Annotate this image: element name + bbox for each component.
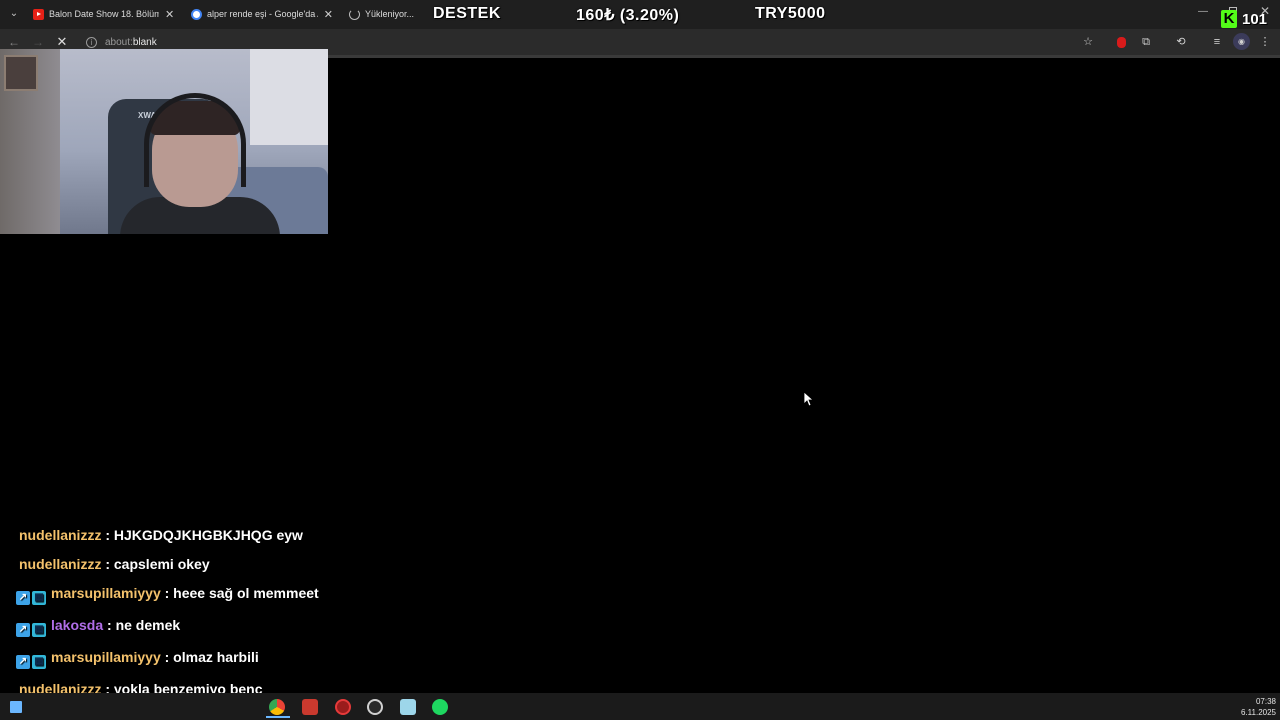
chat-text: : olmaz harbili — [160, 649, 259, 665]
webcam-feed: XWAR — [0, 49, 328, 234]
kick-logo-icon: K — [1221, 10, 1237, 28]
history-icon[interactable]: ⟲ — [1174, 35, 1188, 49]
more-menu-icon[interactable]: ⋮ — [1258, 35, 1272, 49]
chat-username[interactable]: marsupillamiyyy — [48, 585, 161, 601]
chat-text: : ne demek — [103, 617, 181, 633]
chat-message: nudellanizzz : capslemi okey — [16, 555, 336, 573]
verified-badge-icon: ↗ — [16, 623, 30, 637]
chat-overlay: nudellanizzz : HJKGDQJKHGBKJHQG eyw nudel… — [16, 526, 336, 709]
viewer-count: 101 — [1242, 10, 1268, 28]
subscriber-badge-icon: ▦ — [32, 591, 46, 605]
streaming-app-icon[interactable] — [302, 699, 318, 715]
chat-text: : capslemi okey — [101, 556, 210, 572]
windows-taskbar: 07:38 6.11.2025 — [0, 693, 1280, 720]
recording-extension-icon[interactable] — [1114, 35, 1128, 49]
headset-icon — [144, 93, 246, 187]
tab-youtube[interactable]: Balon Date Show 18. Bölüm - Y ✕ — [33, 3, 175, 25]
donation-amount: 160₺ (3.20%) — [576, 7, 680, 24]
active-app-indicator — [266, 716, 290, 718]
extensions-puzzle-icon[interactable]: ⧉ — [1139, 35, 1153, 49]
chat-username[interactable]: marsupillamiyyy — [48, 649, 161, 665]
donation-goal: TRY5000 — [755, 5, 826, 22]
webcam-window — [250, 49, 328, 145]
tab-google[interactable]: alper rende eşi - Google'da Ara ✕ — [191, 3, 333, 25]
chat-username[interactable]: lakosda — [48, 617, 103, 633]
start-menu-icon[interactable] — [10, 701, 22, 713]
stop-loading-icon[interactable]: ✕ — [54, 34, 70, 50]
viewer-count-badge: K 101 — [1221, 10, 1267, 28]
back-arrow-icon[interactable]: ← — [6, 34, 22, 50]
clock-time: 07:38 — [1255, 697, 1276, 706]
tab-title: alper rende eşi - Google'da Ara — [207, 9, 318, 19]
chat-message: nudellanizzz : HJKGDQJKHGBKJHQG eyw — [16, 526, 336, 544]
close-icon[interactable]: ✕ — [324, 8, 333, 21]
mouse-cursor-icon — [803, 391, 815, 412]
forward-arrow-icon[interactable]: → — [30, 34, 46, 50]
screen: ⌄ Balon Date Show 18. Bölüm - Y ✕ alper … — [0, 0, 1280, 720]
chat-text: : heee sağ ol memmeet — [160, 585, 319, 601]
tab-title: Balon Date Show 18. Bölüm - Y — [49, 9, 159, 19]
chat-text: : HJKGDQJKHGBKJHQG eyw — [101, 527, 303, 543]
profile-avatar-icon[interactable]: ◉ — [1233, 33, 1250, 50]
system-clock[interactable]: 07:38 6.11.2025 — [1232, 696, 1276, 718]
spotify-icon[interactable] — [432, 699, 448, 715]
chat-message: ↗ ▦ marsupillamiyyy : olmaz harbili — [16, 648, 336, 669]
chrome-icon[interactable] — [269, 699, 285, 715]
donation-label: DESTEK — [433, 5, 501, 22]
chat-username[interactable]: nudellanizzz — [16, 527, 101, 543]
subscriber-badge-icon: ▦ — [32, 623, 46, 637]
webcam-picture-frame — [4, 55, 38, 91]
verified-badge-icon: ↗ — [16, 655, 30, 669]
google-icon — [191, 8, 202, 20]
subscriber-badge-icon: ▦ — [32, 655, 46, 669]
clock-date: 6.11.2025 — [1241, 708, 1276, 717]
chat-username[interactable]: nudellanizzz — [16, 556, 101, 572]
chat-message: ↗ ▦ marsupillamiyyy : heee sağ ol memmeet — [16, 584, 336, 605]
close-icon[interactable]: ✕ — [165, 8, 174, 21]
file-explorer-icon[interactable] — [400, 699, 416, 715]
tab-title: Yükleniyor... — [365, 9, 415, 19]
url-scheme: about: — [105, 36, 133, 48]
recording-app-icon[interactable] — [335, 699, 351, 715]
chat-message: ↗ ▦ lakosda : ne demek — [16, 616, 336, 637]
minimize-icon[interactable]: — — [1198, 6, 1208, 17]
url-path: blank — [132, 36, 157, 48]
browser-tab-strip: ⌄ Balon Date Show 18. Bölüm - Y ✕ alper … — [0, 0, 1280, 29]
youtube-icon — [33, 8, 44, 20]
tab-search-icon[interactable]: ⌄ — [6, 6, 22, 22]
verified-badge-icon: ↗ — [16, 591, 30, 605]
loading-spinner-icon — [349, 8, 360, 20]
site-info-icon[interactable]: i — [86, 36, 97, 48]
tab-loading[interactable]: Yükleniyor... — [349, 3, 419, 25]
media-queue-icon[interactable]: ≡ — [1210, 35, 1224, 49]
obs-icon[interactable] — [367, 699, 383, 715]
bookmark-star-icon[interactable]: ☆ — [1081, 35, 1095, 49]
